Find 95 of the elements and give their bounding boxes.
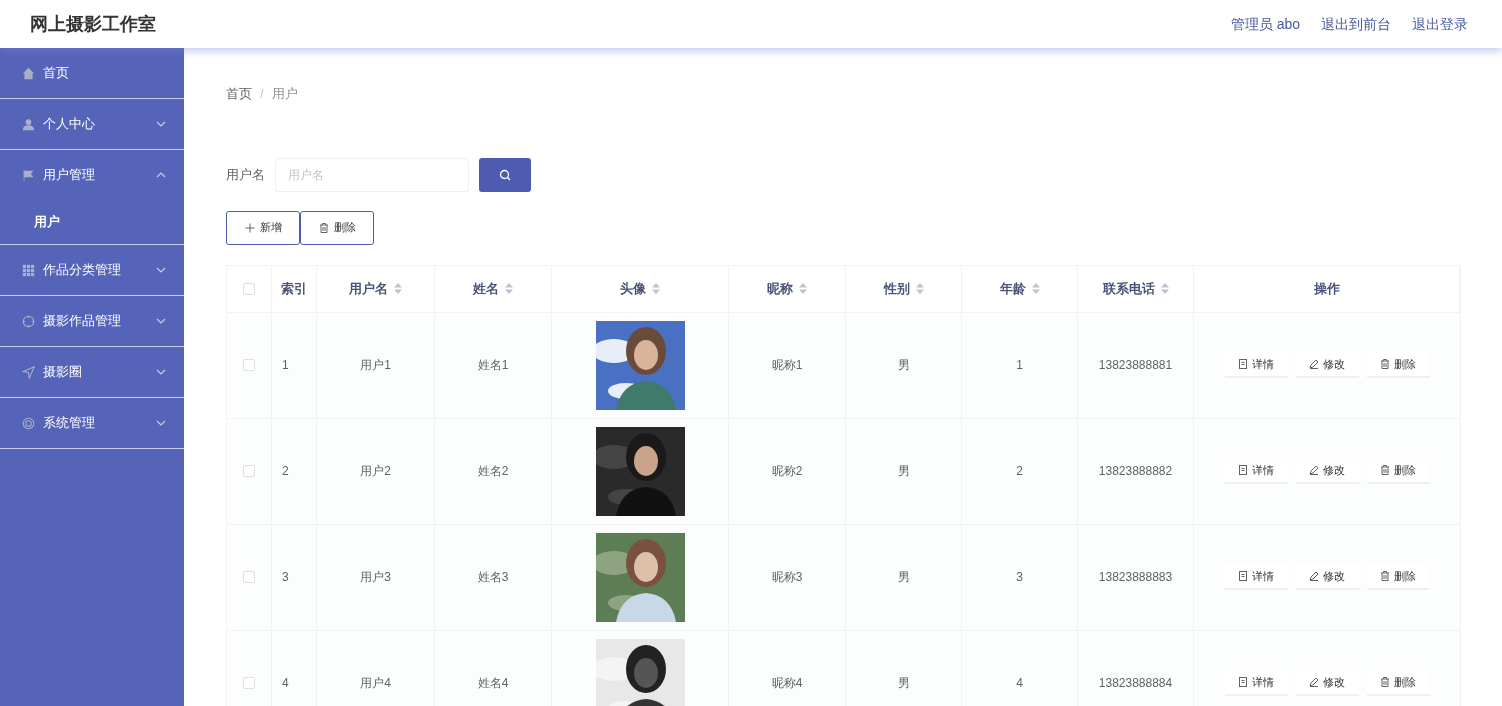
crosshair-icon — [22, 314, 35, 328]
chevron-down-icon — [156, 119, 166, 129]
table-cell-text: 用户4 — [360, 675, 391, 692]
sort-icon[interactable] — [652, 283, 660, 294]
header-link[interactable]: 退出登录 — [1412, 13, 1468, 35]
pencil-icon — [1309, 677, 1319, 687]
table-cell-text: 男 — [897, 675, 910, 692]
column-header[interactable]: 联系电话 — [1078, 265, 1194, 312]
sort-icon[interactable] — [915, 283, 924, 294]
table-cell-text: 4 — [1016, 675, 1023, 692]
table-cell-text: 昵称4 — [771, 675, 803, 692]
plus-icon — [244, 222, 255, 233]
menu-item[interactable]: 摄影作品管理 — [0, 296, 184, 346]
menu-item[interactable]: 用户管理 — [0, 150, 184, 200]
table-cell-text: 1 — [1016, 357, 1023, 374]
grid-icon — [22, 263, 35, 277]
pencil-icon — [1309, 465, 1319, 475]
table-cell-text: 13823888882 — [1098, 463, 1173, 480]
pencil-icon — [1309, 359, 1319, 369]
trash-icon — [1380, 359, 1390, 369]
table-cell-text: 姓名4 — [477, 675, 509, 692]
document-icon — [1238, 677, 1248, 687]
trash-icon — [1380, 677, 1390, 687]
trash-icon — [318, 222, 329, 233]
table-cell-text: 姓名2 — [477, 463, 509, 480]
table-cell-text: 4 — [282, 675, 289, 692]
menu-item[interactable]: 摄影圈 — [0, 347, 184, 397]
column-header[interactable]: 姓名 — [435, 265, 552, 312]
table-cell-text: 男 — [897, 569, 910, 586]
table-cell-text: 用户2 — [360, 463, 391, 480]
chevron-down-icon — [156, 367, 166, 377]
column-header[interactable]: 头像 — [552, 265, 729, 312]
delete-button[interactable]: 删除 — [300, 210, 374, 245]
column-header[interactable]: 年龄 — [962, 265, 1078, 312]
menu-item[interactable]: 系统管理 — [0, 398, 184, 448]
breadcrumb-item[interactable]: 首页 — [226, 84, 252, 104]
send-icon — [22, 365, 35, 379]
header-link[interactable]: 退出到前台 — [1321, 13, 1391, 35]
trash-icon — [1380, 465, 1390, 475]
document-icon — [1238, 571, 1248, 581]
table-cell-text: 昵称2 — [771, 463, 803, 480]
column-header[interactable]: 用户名 — [317, 265, 435, 312]
table-cell-text: 男 — [897, 357, 910, 374]
menu-item[interactable]: 首页 — [0, 48, 184, 98]
chevron-up-icon — [156, 170, 166, 180]
header-link[interactable]: 管理员 abo — [1230, 13, 1300, 35]
sort-icon[interactable] — [394, 283, 402, 294]
table-cell-text: 13823888881 — [1098, 357, 1173, 374]
table-cell-text: 2 — [1016, 463, 1023, 480]
search-icon — [499, 168, 511, 181]
home-icon — [22, 66, 35, 80]
table-cell-text: 1 — [282, 357, 289, 374]
table-cell-text: 3 — [1016, 569, 1023, 586]
column-header[interactable]: 昵称 — [729, 265, 846, 312]
row-checkbox[interactable] — [243, 465, 255, 477]
sort-icon[interactable] — [505, 283, 513, 294]
search-field[interactable]: 用户名 — [275, 157, 469, 192]
column-header[interactable]: 性别 — [846, 265, 962, 312]
table-cell-text: 姓名1 — [477, 357, 509, 374]
table-cell-text: 3 — [282, 569, 289, 586]
submenu-item[interactable]: 用户 — [0, 200, 184, 244]
table-cell-text: 2 — [282, 463, 289, 480]
column-header[interactable]: 操作 — [1194, 265, 1460, 312]
table-cell-text: 用户1 — [360, 357, 391, 374]
table-cell-text: 昵称1 — [771, 357, 803, 374]
sort-icon[interactable] — [1031, 283, 1040, 294]
table-cell-text: 昵称3 — [771, 569, 803, 586]
chevron-down-icon — [156, 316, 166, 326]
row-checkbox[interactable] — [243, 571, 255, 583]
table-cell-text: 13823888883 — [1098, 569, 1173, 586]
row-checkbox[interactable] — [243, 677, 255, 689]
table-cell-text: 13823888884 — [1098, 675, 1173, 692]
menu-item[interactable]: 个人中心 — [0, 99, 184, 149]
table-cell-text: 用户3 — [360, 569, 391, 586]
column-header[interactable]: 索引 — [272, 265, 317, 312]
row-checkbox[interactable] — [243, 359, 255, 371]
add-button[interactable]: 新增 — [226, 210, 300, 245]
sort-icon[interactable] — [1160, 283, 1169, 294]
pencil-icon — [1309, 571, 1319, 581]
search-button[interactable] — [479, 157, 531, 192]
breadcrumb-separator: / — [260, 85, 264, 103]
app-title: 网上摄影工作室 — [30, 12, 156, 36]
table-cell-text: 姓名3 — [477, 569, 509, 586]
document-icon — [1238, 465, 1248, 475]
chevron-down-icon — [156, 418, 166, 428]
search-label: 用户名 — [226, 165, 265, 184]
sort-icon[interactable] — [799, 283, 807, 294]
chevron-down-icon — [156, 265, 166, 275]
table-cell-text: 男 — [897, 463, 910, 480]
lifebuoy-icon — [22, 416, 35, 430]
document-icon — [1238, 359, 1248, 369]
select-all-checkbox[interactable] — [243, 282, 255, 295]
user-icon — [22, 117, 35, 131]
menu-item[interactable]: 作品分类管理 — [0, 245, 184, 295]
trash-icon — [1380, 571, 1390, 581]
